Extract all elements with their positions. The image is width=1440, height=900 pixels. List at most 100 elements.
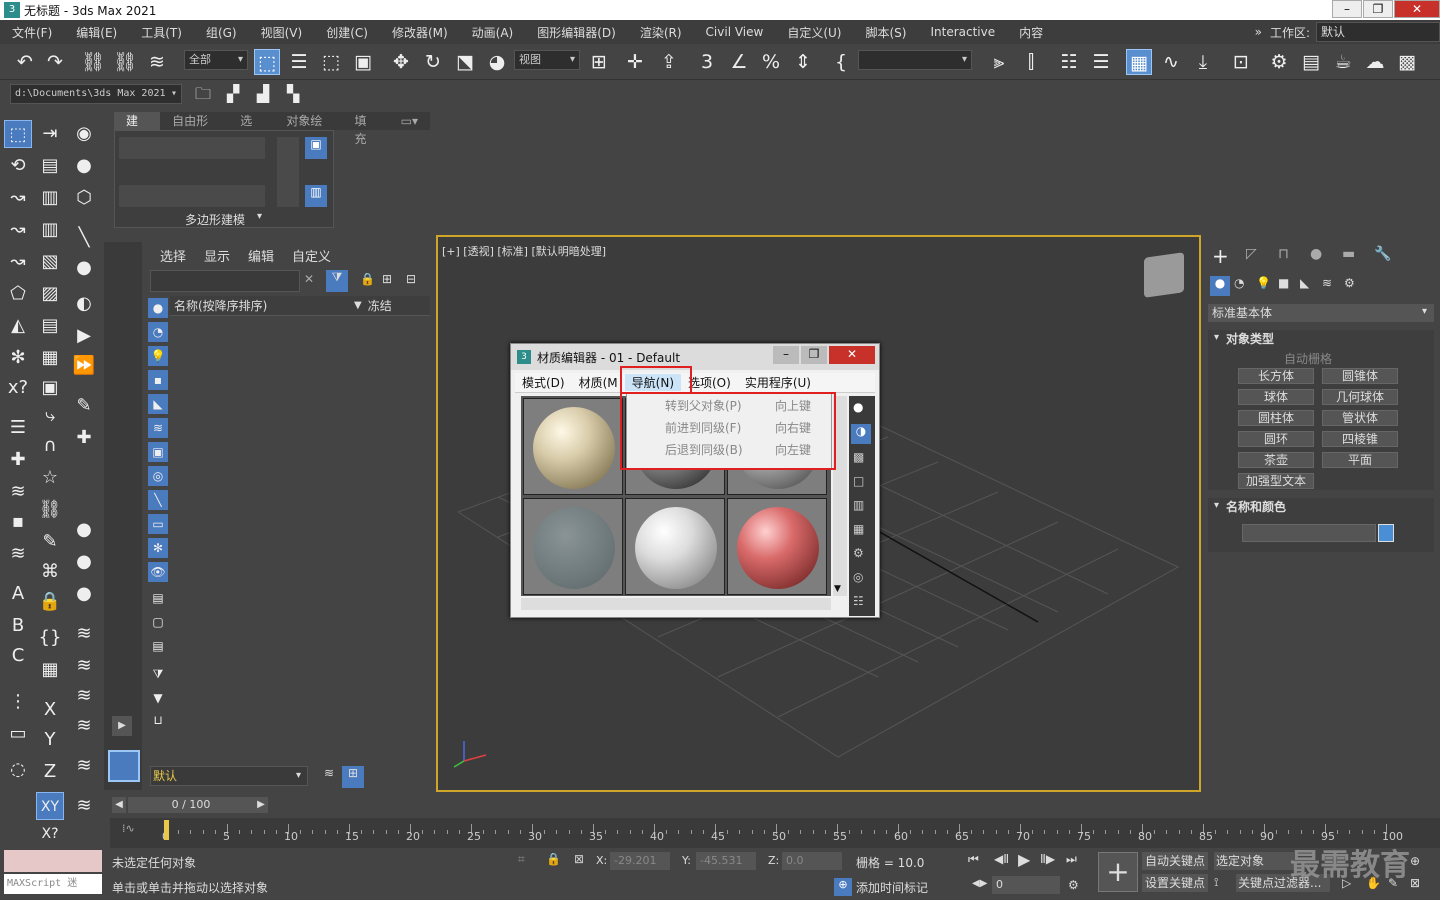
render-cloud-icon[interactable]: ☁ bbox=[1362, 49, 1388, 75]
selection-lock-icon[interactable]: 🔒 bbox=[546, 852, 561, 866]
render-setup-icon[interactable]: ⚙ bbox=[1266, 49, 1292, 75]
isolate-icon[interactable]: ◉ bbox=[70, 120, 98, 148]
menu-animation[interactable]: 动画(A) bbox=[460, 24, 526, 41]
scene-tab-edit[interactable]: 编辑 bbox=[248, 246, 274, 265]
scene-search-input[interactable] bbox=[150, 270, 300, 292]
named-selection-dropdown[interactable] bbox=[858, 50, 972, 70]
select-by-material-icon[interactable]: ◎ bbox=[853, 570, 863, 584]
menu-scripting[interactable]: 脚本(S) bbox=[853, 24, 918, 41]
sample-slot-1[interactable] bbox=[523, 398, 623, 495]
letter-a-icon[interactable]: A bbox=[4, 580, 32, 608]
y-coordinate-input[interactable]: -45.531 bbox=[696, 852, 756, 870]
dot-white-icon[interactable]: ● bbox=[70, 580, 98, 608]
workspace-select[interactable]: 默认 bbox=[1316, 22, 1440, 42]
time-slider-thumb[interactable]: 0 / 100 bbox=[128, 797, 254, 813]
video-color-icon[interactable]: ▥ bbox=[853, 498, 864, 512]
ribbon-options-icon[interactable]: ▭▾ bbox=[389, 112, 430, 130]
dot-light-icon[interactable]: ● bbox=[70, 548, 98, 576]
filter-funnel-icon[interactable]: ⧩ bbox=[148, 664, 168, 684]
bind-space-warp-icon[interactable]: ≋ bbox=[144, 49, 170, 75]
align-icon[interactable]: ⫿ bbox=[1018, 49, 1044, 75]
create-tab-icon[interactable]: + bbox=[1212, 244, 1229, 268]
axis-x-icon[interactable]: X bbox=[36, 696, 64, 724]
brush-icon[interactable]: ╲ bbox=[70, 224, 98, 252]
poly-tools-row-2[interactable] bbox=[119, 185, 265, 207]
layer-lock-icon[interactable]: ▨ bbox=[36, 280, 64, 308]
menu-tools[interactable]: 工具(T) bbox=[129, 24, 194, 41]
scene-explorer-icon[interactable]: ☷ bbox=[1056, 49, 1082, 75]
filter-xrefs-icon[interactable]: ◎ bbox=[148, 466, 168, 486]
paint-select-icon[interactable]: ↝ bbox=[4, 184, 32, 212]
menu-group[interactable]: 组(G) bbox=[194, 24, 249, 41]
viewport-thumb-icon[interactable] bbox=[108, 750, 140, 782]
hierarchy-sort-icon[interactable]: ⊞ bbox=[382, 272, 392, 286]
curve-editor-mini-icon[interactable]: ⁞∿ bbox=[122, 822, 135, 835]
dope-sheet-icon[interactable]: ⤓ bbox=[1190, 49, 1216, 75]
redo-icon[interactable]: ↷ bbox=[42, 49, 68, 75]
hierarchy-toggle-icon[interactable]: ⊞ bbox=[342, 766, 364, 788]
menu-civil-view[interactable]: Civil View bbox=[694, 25, 776, 39]
filter-lights-icon[interactable]: 💡 bbox=[148, 346, 168, 366]
pyramid-button[interactable]: 四棱锥 bbox=[1322, 431, 1398, 447]
snowflake-icon[interactable]: ✻ bbox=[4, 344, 32, 372]
plane-button[interactable]: 平面 bbox=[1322, 452, 1398, 468]
filter-hidden-icon[interactable]: 👁 bbox=[148, 562, 168, 582]
fence-select-icon[interactable]: ↝ bbox=[4, 216, 32, 244]
grid-tool-icon[interactable]: ⌘ bbox=[36, 558, 64, 586]
pivot-icon[interactable]: ⬡ bbox=[70, 184, 98, 212]
time-config-icon[interactable]: ⚙ bbox=[1068, 878, 1079, 892]
xref-icon[interactable]: x? bbox=[4, 374, 32, 402]
filter-frozen-icon[interactable]: ✻ bbox=[148, 538, 168, 558]
menu-overflow-icon[interactable]: » bbox=[1255, 25, 1262, 39]
torus-button[interactable]: 圆环 bbox=[1238, 431, 1314, 447]
link-tool-icon[interactable]: ⛓ bbox=[36, 496, 64, 524]
sphere-button[interactable]: 球体 bbox=[1238, 389, 1314, 405]
render-online-icon[interactable]: ▩ bbox=[1394, 49, 1420, 75]
angle-snap-icon[interactable]: ∠ bbox=[726, 49, 752, 75]
hierarchy-tab-icon[interactable]: ⊓ bbox=[1278, 246, 1289, 262]
backlight-icon[interactable]: ◑ bbox=[851, 424, 871, 444]
polygon-select-icon[interactable]: ⬠ bbox=[4, 280, 32, 308]
xref-2-icon[interactable]: X? bbox=[36, 820, 64, 848]
filter-box-icon[interactable]: ⊔ bbox=[148, 710, 168, 730]
filter-icon[interactable]: ⧩ bbox=[326, 270, 348, 292]
pivot-center-icon[interactable]: ⊞ bbox=[586, 49, 612, 75]
z-coordinate-input[interactable]: 0.0 bbox=[782, 852, 842, 870]
dotted-circle-icon[interactable]: ◌ bbox=[4, 756, 32, 784]
axis-y-icon[interactable]: Y bbox=[36, 726, 64, 754]
object-color-swatch[interactable] bbox=[1378, 524, 1394, 542]
ribbon-mode-2-icon[interactable]: ▥ bbox=[305, 185, 327, 207]
stack-icon[interactable]: ☰ bbox=[4, 414, 32, 442]
display-tab-icon[interactable]: ▬ bbox=[1342, 246, 1355, 262]
project-path-dropdown[interactable]: d:\Documents\3ds Max 2021 bbox=[10, 84, 182, 104]
teapot-button[interactable]: 茶壶 bbox=[1238, 452, 1314, 468]
layer-dropdown[interactable]: 默认 bbox=[150, 766, 308, 786]
select-tool-icon[interactable]: ⬚ bbox=[4, 120, 32, 148]
poly-tools-row-1[interactable] bbox=[119, 137, 265, 159]
sample-slot-4[interactable] bbox=[523, 498, 623, 595]
mat-menu-modes[interactable]: 模式(D) bbox=[515, 374, 572, 391]
poly-tools-col[interactable] bbox=[277, 137, 299, 207]
clear-search-icon[interactable]: ✕ bbox=[304, 272, 314, 286]
shapes-icon[interactable]: ◔ bbox=[1234, 276, 1244, 290]
time-cursor[interactable] bbox=[164, 820, 169, 840]
prev-frame-icon[interactable]: ◀Ⅱ bbox=[994, 852, 1009, 866]
layers-2-icon[interactable]: ≋ bbox=[70, 620, 98, 648]
wrench-tool-icon[interactable]: ✎ bbox=[70, 392, 98, 420]
goto-end-icon[interactable]: ⏭ bbox=[1066, 852, 1077, 867]
mat-close-button[interactable]: ✕ bbox=[829, 346, 875, 364]
menu-interactive[interactable]: Interactive bbox=[918, 25, 1007, 39]
maximize-viewport-icon[interactable]: ⊠ bbox=[1410, 876, 1420, 890]
axis-xy-icon[interactable]: XY bbox=[36, 792, 64, 820]
select-object-icon[interactable]: ⬚ bbox=[254, 49, 280, 75]
placement-icon[interactable]: ◕ bbox=[484, 49, 510, 75]
filter-geometry-icon[interactable]: ● bbox=[148, 298, 168, 318]
tab-selection[interactable]: 选择 bbox=[228, 112, 274, 146]
layer-icon[interactable]: ▤ bbox=[36, 152, 64, 180]
tab-freeform[interactable]: 自由形式 bbox=[160, 112, 228, 146]
unlink-icon[interactable]: ⛓ bbox=[112, 49, 138, 75]
filter-groups-icon[interactable]: ▣ bbox=[148, 442, 168, 462]
hierarchy-expand-icon[interactable]: ⊟ bbox=[406, 272, 416, 286]
track-bar[interactable]: ⁞∿ 0510152025303540455055606570758085909… bbox=[110, 818, 1440, 848]
mat-maximize-button[interactable]: ❐ bbox=[801, 346, 827, 364]
